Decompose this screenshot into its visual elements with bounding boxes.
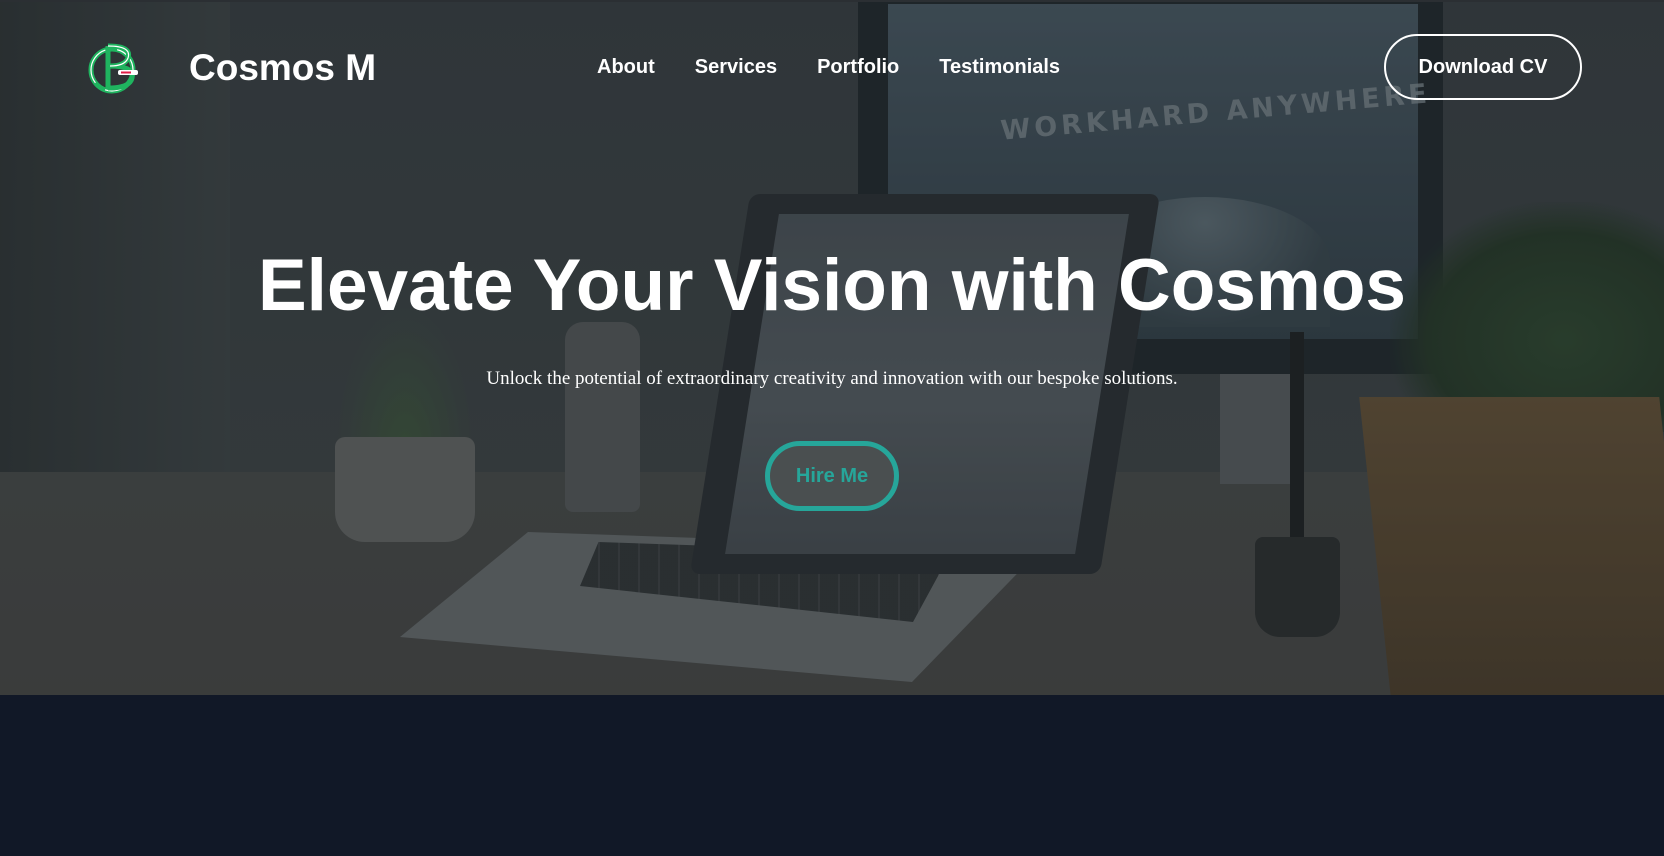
brand-name[interactable]: Cosmos M xyxy=(189,45,376,90)
nav-link-services[interactable]: Services xyxy=(695,52,777,82)
hire-me-button[interactable]: Hire Me xyxy=(765,441,899,511)
hero-section: WORKHARD ANYWHERE Cosmos M About Service… xyxy=(0,0,1664,695)
navbar: Cosmos M About Services Portfolio Testim… xyxy=(0,2,1664,132)
logo-icon[interactable] xyxy=(88,40,146,96)
nav-link-portfolio[interactable]: Portfolio xyxy=(817,52,899,82)
hero-subtitle: Unlock the potential of extraordinary cr… xyxy=(486,368,1178,389)
nav-link-about[interactable]: About xyxy=(597,52,655,82)
download-cv-button[interactable]: Download CV xyxy=(1384,34,1582,100)
hero-title: Elevate Your Vision with Cosmos xyxy=(257,245,1407,326)
main-nav: About Services Portfolio Testimonials xyxy=(597,52,1060,82)
nav-link-testimonials[interactable]: Testimonials xyxy=(939,52,1060,82)
next-section xyxy=(0,695,1664,856)
